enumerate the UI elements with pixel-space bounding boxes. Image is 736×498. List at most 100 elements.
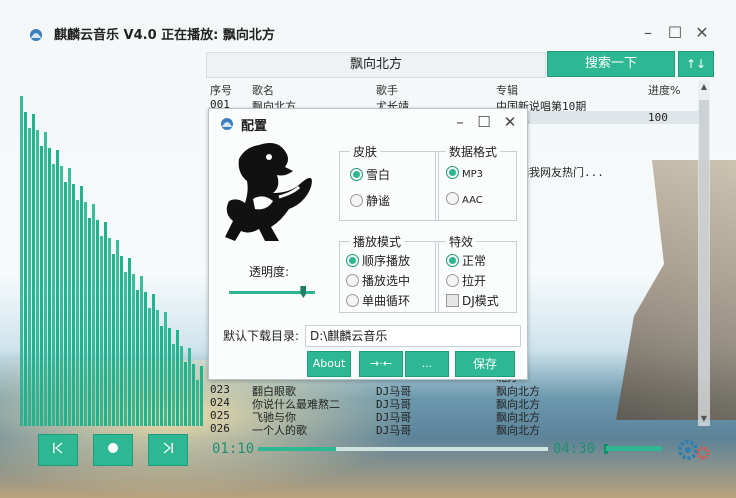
save-button[interactable]: 保存 bbox=[455, 351, 515, 377]
spectrum-bar bbox=[160, 326, 163, 426]
spectrum-bar bbox=[128, 258, 131, 426]
mode-option-loop[interactable]: 单曲循环 bbox=[346, 292, 410, 309]
spectrum-bar bbox=[176, 330, 179, 426]
table-cell: 一个人的歌 bbox=[252, 424, 307, 437]
spectrum-bar bbox=[56, 150, 59, 426]
spectrum-bar bbox=[148, 308, 151, 426]
spectrum-bar bbox=[192, 364, 195, 426]
spectrum-bar bbox=[36, 130, 39, 426]
dj-mode-checkbox[interactable]: DJ模式 bbox=[446, 292, 499, 309]
header-index: 序号 bbox=[210, 84, 232, 97]
spectrum-bar bbox=[136, 290, 139, 426]
effect-option-spread[interactable]: 拉开 bbox=[446, 272, 486, 289]
dialog-title: 配置 bbox=[241, 119, 268, 134]
table-scrollbar[interactable]: ▲ ▼ bbox=[698, 80, 710, 426]
scroll-up-icon[interactable]: ▲ bbox=[698, 82, 710, 91]
radio-icon bbox=[446, 192, 459, 205]
checkbox-icon bbox=[446, 294, 459, 307]
spectrum-bar bbox=[196, 380, 199, 426]
search-button[interactable]: 搜索一下 bbox=[547, 51, 675, 77]
skin-label: 皮肤 bbox=[350, 143, 381, 160]
spectrum-bar bbox=[188, 348, 191, 426]
qilin-logo bbox=[219, 137, 325, 247]
spectrum-bar bbox=[152, 294, 155, 426]
minimize-button[interactable]: – bbox=[638, 24, 658, 44]
skin-option-snow[interactable]: 雪白 bbox=[350, 166, 390, 183]
spectrum-bar bbox=[24, 112, 27, 426]
header-title: 歌名 bbox=[252, 84, 274, 97]
skin-option-calm[interactable]: 静谧 bbox=[350, 192, 390, 209]
format-option-aac[interactable]: AAC bbox=[446, 192, 483, 206]
format-option-mp3[interactable]: MP3 bbox=[446, 166, 483, 180]
table-row[interactable]: 025 飞驰与你 DJ马哥 飘向北方 bbox=[208, 409, 706, 424]
spectrum-bar bbox=[112, 254, 115, 426]
spectrum-bar bbox=[28, 128, 31, 426]
search-input[interactable]: 飘向北方 bbox=[206, 52, 546, 78]
table-row[interactable]: 023 翻白眼歌 DJ马哥 飘向北方 bbox=[208, 383, 706, 398]
spectrum-bar bbox=[172, 344, 175, 426]
more-button[interactable]: ... bbox=[405, 351, 449, 377]
spectrum-bar bbox=[144, 292, 147, 426]
volume-slider[interactable] bbox=[606, 446, 662, 451]
dialog-maximize-button[interactable]: ☐ bbox=[475, 113, 493, 131]
download-path-label: 默认下载目录: bbox=[223, 329, 300, 343]
format-label: 数据格式 bbox=[446, 143, 501, 160]
window-title: 麒麟云音乐 V4.0 正在播放: 飘向北方 bbox=[54, 28, 275, 43]
spectrum-bar bbox=[100, 236, 103, 426]
sort-button[interactable]: ↑↓ bbox=[678, 51, 714, 77]
table-row[interactable]: 026 一个人的歌 DJ马哥 飘向北方 bbox=[208, 422, 706, 437]
spectrum-bar bbox=[116, 240, 119, 426]
spectrum-bar bbox=[120, 256, 123, 426]
table-row[interactable]: 024 你说什么最难熬二 DJ马哥 飘向北方 bbox=[208, 396, 706, 411]
progress-bar[interactable] bbox=[258, 447, 548, 451]
table-header: 序号 歌名 歌手 专辑 进度% bbox=[208, 82, 710, 97]
next-button[interactable] bbox=[148, 434, 188, 466]
about-button[interactable]: About bbox=[307, 351, 351, 377]
shrink-button[interactable]: →·← bbox=[359, 351, 403, 377]
spectrum-bar bbox=[76, 200, 79, 426]
download-path-input[interactable]: D:\麒麟云音乐 bbox=[305, 325, 521, 347]
radio-icon bbox=[350, 194, 363, 207]
spectrum-bar bbox=[20, 96, 23, 426]
dialog-minimize-button[interactable]: – bbox=[451, 113, 469, 131]
app-icon bbox=[28, 26, 44, 42]
table-cell: 023 bbox=[210, 383, 230, 396]
radio-icon bbox=[346, 294, 359, 307]
dialog-close-button[interactable]: ✕ bbox=[501, 113, 519, 131]
progress-fill bbox=[258, 447, 337, 451]
spectrum-bar bbox=[200, 366, 203, 426]
radio-icon bbox=[446, 254, 459, 267]
spectrum-bar bbox=[132, 274, 135, 426]
mode-option-sequential[interactable]: 顺序播放 bbox=[346, 252, 410, 269]
mode-option-selected[interactable]: 播放选中 bbox=[346, 272, 410, 289]
scroll-thumb[interactable] bbox=[699, 100, 709, 380]
stop-button[interactable] bbox=[93, 434, 133, 466]
radio-icon bbox=[446, 274, 459, 287]
settings-gear-icon[interactable] bbox=[676, 436, 710, 464]
table-cell: 飘向北方 bbox=[496, 424, 540, 437]
spectrum-bar bbox=[84, 202, 87, 426]
effect-option-normal[interactable]: 正常 bbox=[446, 252, 486, 269]
stop-icon bbox=[108, 443, 118, 453]
spectrum-visualizer bbox=[20, 90, 206, 426]
table-cell: 026 bbox=[210, 422, 230, 435]
spectrum-bar bbox=[48, 148, 51, 426]
spectrum-bar bbox=[140, 276, 143, 426]
radio-icon bbox=[350, 168, 363, 181]
scroll-down-icon[interactable]: ▼ bbox=[698, 414, 710, 423]
skin-group: 皮肤 雪白 静谧 bbox=[339, 143, 439, 221]
spectrum-bar bbox=[88, 218, 91, 426]
total-time: 04:30 bbox=[553, 441, 596, 457]
close-button[interactable]: ✕ bbox=[692, 24, 712, 44]
effect-label: 特效 bbox=[446, 233, 477, 250]
spectrum-bar bbox=[44, 132, 47, 426]
radio-icon bbox=[346, 254, 359, 267]
table-cell: 025 bbox=[210, 409, 230, 422]
radio-icon bbox=[346, 274, 359, 287]
dialog-app-icon bbox=[219, 115, 235, 131]
maximize-button[interactable]: ☐ bbox=[665, 24, 685, 44]
prev-button[interactable] bbox=[38, 434, 78, 466]
opacity-knob[interactable] bbox=[300, 286, 307, 298]
spectrum-bar bbox=[184, 362, 187, 426]
spectrum-bar bbox=[64, 182, 67, 426]
